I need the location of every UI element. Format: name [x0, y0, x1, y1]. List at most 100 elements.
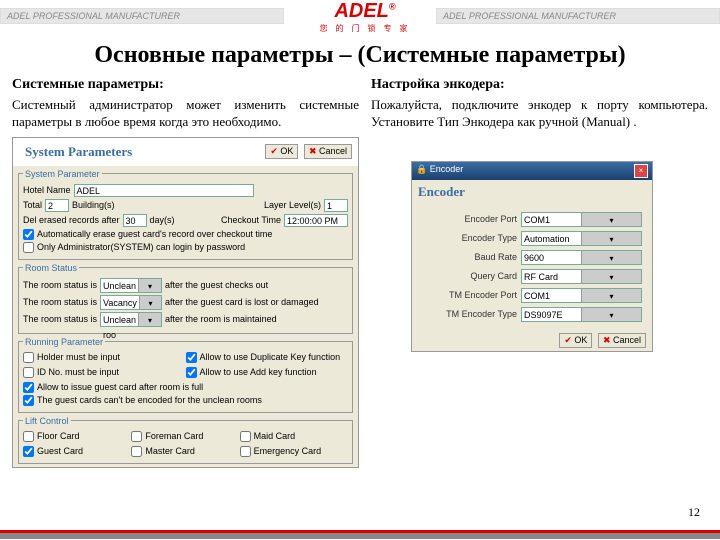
layer-label: Layer Level(s)	[264, 200, 321, 210]
cb-idno[interactable]	[23, 367, 34, 378]
hotel-name-input[interactable]: ADEL	[74, 184, 254, 197]
right-column: Настройка энкодера: Пожалуйста, подключи…	[371, 77, 708, 468]
cb-maid[interactable]	[240, 431, 251, 442]
sp-g4-legend: Lift Control	[23, 416, 71, 426]
cb-admin-label: Only Administrator(SYSTEM) can login by …	[37, 242, 245, 252]
total-input[interactable]: 2	[45, 199, 69, 212]
enc-port-label: Encoder Port	[422, 214, 517, 224]
rs3-pre: The room status is	[23, 314, 97, 324]
layer-input[interactable]: 1	[324, 199, 348, 212]
cb-addkey-label: Allow to use Add key function	[200, 367, 317, 377]
sp-g3-legend: Running Parameter	[23, 337, 105, 347]
sp-g2-legend: Room Status	[23, 263, 79, 273]
enc-ok-button[interactable]: OK	[559, 333, 592, 348]
cb-foreman[interactable]	[131, 431, 142, 442]
sp-g1-legend: System Parameter	[23, 169, 102, 179]
cb-master-label: Master Card	[145, 446, 195, 456]
rs3-after: after the room is maintained	[165, 314, 277, 324]
enc-query-label: Query Card	[422, 271, 517, 281]
cb-holder[interactable]	[23, 352, 34, 363]
sp-group-running: Running Parameter Holder must be input A…	[18, 337, 353, 413]
sp-group-system: System Parameter Hotel Name ADEL Total 2…	[18, 169, 353, 260]
sp-cancel-button[interactable]: Cancel	[304, 144, 352, 159]
rs2-pre: The room status is	[23, 297, 97, 307]
sp-title: System Parameters	[19, 140, 138, 164]
encoder-window: 🔒 Encoder × Encoder Encoder Port COM1▾ En…	[411, 161, 653, 352]
cb-admin[interactable]	[23, 242, 34, 253]
encoder-title: Encoder	[412, 180, 652, 204]
rs1-select[interactable]: Unclean roo▾	[100, 278, 162, 293]
sp-group-roomstatus: Room Status The room status isUnclean ro…	[18, 263, 353, 334]
buildings-label: Building(s)	[72, 200, 115, 210]
footer-bar	[0, 530, 720, 540]
right-heading: Настройка энкодера:	[371, 77, 708, 93]
header: ADEL PROFESSIONAL MANUFACTURER ADEL® 您 的…	[0, 0, 720, 40]
cb-guest-label: Guest Card	[37, 446, 83, 456]
page-title: Основные параметры – (Системные параметр…	[0, 42, 720, 69]
del-input[interactable]: 30	[123, 214, 147, 227]
enc-tmport-label: TM Encoder Port	[422, 290, 517, 300]
enc-baud-select[interactable]: 9600▾	[521, 250, 642, 265]
cb-emergency-label: Emergency Card	[254, 446, 322, 456]
page-number: 12	[688, 505, 700, 520]
header-bar-left: ADEL PROFESSIONAL MANUFACTURER	[0, 8, 284, 24]
total-label: Total	[23, 200, 42, 210]
left-heading: Системные параметры:	[12, 77, 359, 93]
enc-type-label: Encoder Type	[422, 233, 517, 243]
enc-type-select[interactable]: Automation▾	[521, 231, 642, 246]
enc-cancel-button[interactable]: Cancel	[598, 333, 646, 348]
cb-addkey[interactable]	[186, 367, 197, 378]
logo: ADEL® 您 的 门 锁 专 家	[300, 0, 430, 34]
chevron-down-icon: ▾	[581, 251, 641, 264]
del-label: Del erased records after	[23, 215, 120, 225]
checkout-label: Checkout Time	[221, 215, 281, 225]
chevron-down-icon: ▾	[139, 296, 161, 309]
left-text: Системный администратор может изменить с…	[12, 97, 359, 131]
right-text: Пожалуйста, подключите энкодер к порту к…	[371, 97, 708, 131]
rs3-select[interactable]: Unclean roo▾	[100, 312, 162, 327]
sp-ok-button[interactable]: OK	[265, 144, 298, 159]
days-label: day(s)	[150, 215, 175, 225]
checkout-input[interactable]: 12:00:00 PM	[284, 214, 348, 227]
enc-query-select[interactable]: RF Card▾	[521, 269, 642, 284]
enc-baud-label: Baud Rate	[422, 252, 517, 262]
rs1-pre: The room status is	[23, 280, 97, 290]
cb-dupkey-label: Allow to use Duplicate Key function	[200, 352, 341, 362]
cb-dupkey[interactable]	[186, 352, 197, 363]
cb-foreman-label: Foreman Card	[145, 431, 203, 441]
cb-unclean-label: The guest cards can't be encoded for the…	[37, 395, 262, 405]
chevron-down-icon: ▾	[581, 213, 641, 226]
cb-maid-label: Maid Card	[254, 431, 296, 441]
rs2-after: after the guest card is lost or damaged	[165, 297, 319, 307]
chevron-down-icon: ▾	[581, 308, 641, 321]
cb-master[interactable]	[131, 446, 142, 457]
rs2-select[interactable]: Vacancy roo▾	[100, 295, 162, 310]
enc-tmtype-label: TM Encoder Type	[422, 309, 517, 319]
cb-floor-label: Floor Card	[37, 431, 80, 441]
enc-tmport-select[interactable]: COM1▾	[521, 288, 642, 303]
cb-guest[interactable]	[23, 446, 34, 457]
cb-issue-full-label: Allow to issue guest card after room is …	[37, 382, 203, 392]
cb-floor[interactable]	[23, 431, 34, 442]
sp-group-lift: Lift Control Floor Card Foreman Card Mai…	[18, 416, 353, 464]
cb-erase[interactable]	[23, 229, 34, 240]
cb-issue-full[interactable]	[23, 382, 34, 393]
cb-emergency[interactable]	[240, 446, 251, 457]
enc-tmtype-select[interactable]: DS9097E▾	[521, 307, 642, 322]
encoder-titlebar-text: 🔒 Encoder	[416, 164, 463, 178]
chevron-down-icon: ▾	[581, 270, 641, 283]
cb-erase-label: Automatically erase guest card's record …	[37, 229, 272, 239]
chevron-down-icon: ▾	[581, 289, 641, 302]
chevron-down-icon: ▾	[581, 232, 641, 245]
enc-port-select[interactable]: COM1▾	[521, 212, 642, 227]
header-bar-right: ADEL PROFESSIONAL MANUFACTURER	[436, 8, 720, 24]
close-icon[interactable]: ×	[634, 164, 648, 178]
chevron-down-icon: ▾	[138, 279, 161, 292]
hotel-name-label: Hotel Name	[23, 185, 71, 195]
left-column: Системные параметры: Системный администр…	[12, 77, 359, 468]
cb-holder-label: Holder must be input	[37, 352, 120, 362]
chevron-down-icon: ▾	[138, 313, 161, 326]
cb-idno-label: ID No. must be input	[37, 367, 119, 377]
system-parameters-window: System Parameters OK Cancel System Param…	[12, 137, 359, 468]
cb-unclean[interactable]	[23, 395, 34, 406]
